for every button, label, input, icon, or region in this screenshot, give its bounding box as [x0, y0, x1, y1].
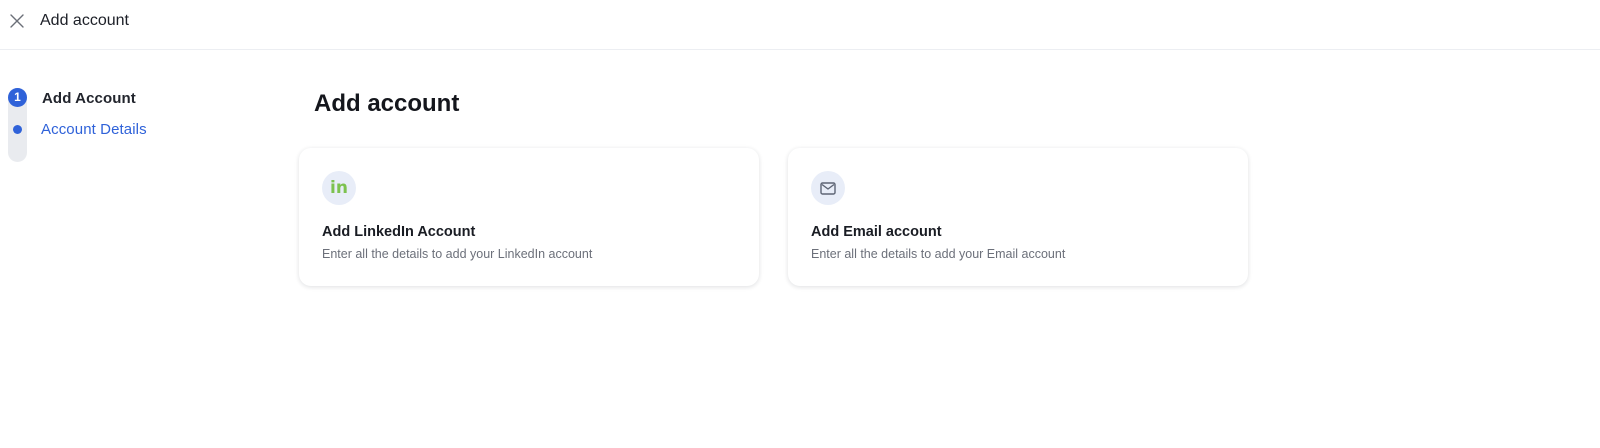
top-bar: Add account: [0, 0, 1600, 50]
add-email-account-card[interactable]: Add Email account Enter all the details …: [788, 148, 1248, 286]
close-icon: [10, 14, 24, 28]
add-linkedin-account-card[interactable]: in Add LinkedIn Account Enter all the de…: [299, 148, 759, 286]
card-description: Enter all the details to add your Linked…: [322, 247, 593, 261]
card-title: Add LinkedIn Account: [322, 224, 476, 240]
page-title: Add account: [314, 90, 460, 117]
step-label-add-account[interactable]: Add Account: [42, 90, 136, 107]
window-title: Add account: [40, 12, 129, 29]
mail-icon: [811, 171, 845, 205]
card-description: Enter all the details to add your Email …: [811, 247, 1066, 261]
close-button[interactable]: [8, 12, 26, 30]
card-title: Add Email account: [811, 224, 942, 240]
linkedin-icon: in: [322, 171, 356, 205]
step-label-account-details[interactable]: Account Details: [41, 121, 147, 138]
step-number-badge: 1: [8, 88, 27, 107]
step-active-dot: [13, 125, 22, 134]
